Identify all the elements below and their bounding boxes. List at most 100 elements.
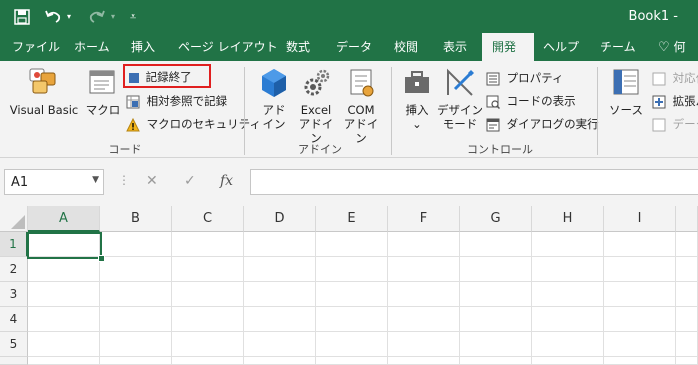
cell[interactable]: [676, 257, 698, 282]
cell[interactable]: [676, 307, 698, 332]
row-header-2[interactable]: 2: [0, 257, 28, 282]
tab-insert[interactable]: 挿入: [121, 33, 165, 61]
cell[interactable]: [244, 357, 316, 365]
cell[interactable]: [28, 282, 100, 307]
cell[interactable]: [604, 257, 676, 282]
undo-dropdown-icon[interactable]: ▾: [67, 0, 71, 33]
visual-basic-button[interactable]: Visual Basic: [6, 67, 82, 117]
cell[interactable]: [172, 282, 244, 307]
tell-me-search[interactable]: ♡ 何: [648, 33, 696, 61]
tab-review[interactable]: 校閲: [384, 33, 428, 61]
column-header-e[interactable]: E: [316, 206, 388, 232]
chevron-down-icon[interactable]: ▼: [92, 175, 99, 185]
cell[interactable]: [532, 232, 604, 257]
fill-handle[interactable]: [98, 255, 105, 262]
cell[interactable]: [100, 357, 172, 365]
row-header-partial[interactable]: [0, 357, 28, 365]
view-code-button[interactable]: コードの表示: [486, 92, 576, 110]
cell[interactable]: [676, 282, 698, 307]
cell[interactable]: [388, 282, 460, 307]
cell[interactable]: [532, 357, 604, 365]
row-header-4[interactable]: 4: [0, 307, 28, 332]
macro-security-button[interactable]: マクロのセキュリティ: [126, 115, 261, 133]
com-addins-button[interactable]: COM アドイン: [340, 67, 382, 145]
column-header-c[interactable]: C: [172, 206, 244, 232]
cell[interactable]: [460, 332, 532, 357]
formula-input[interactable]: [250, 169, 698, 195]
column-header-partial[interactable]: [676, 206, 698, 232]
tab-developer[interactable]: 開発: [482, 33, 534, 61]
tab-page-layout[interactable]: ページ レイアウト: [168, 33, 288, 61]
cell[interactable]: [244, 257, 316, 282]
cell[interactable]: [244, 282, 316, 307]
stop-recording-button[interactable]: 記録終了: [123, 64, 211, 88]
active-cell-a1[interactable]: [27, 232, 102, 259]
customize-quick-access-icon[interactable]: ⩡: [130, 0, 136, 33]
cell[interactable]: [676, 332, 698, 357]
cell[interactable]: [172, 257, 244, 282]
undo-icon[interactable]: [44, 0, 62, 33]
cell[interactable]: [244, 307, 316, 332]
cell[interactable]: [388, 232, 460, 257]
cell[interactable]: [316, 357, 388, 365]
save-icon[interactable]: [14, 0, 30, 33]
redo-dropdown-icon[interactable]: ▾: [111, 0, 115, 33]
cell[interactable]: [460, 307, 532, 332]
cell[interactable]: [532, 307, 604, 332]
cell[interactable]: [100, 332, 172, 357]
cell[interactable]: [244, 332, 316, 357]
redo-icon[interactable]: [88, 0, 106, 33]
tab-file[interactable]: ファイル: [2, 33, 70, 61]
cell[interactable]: [244, 232, 316, 257]
excel-addins-button[interactable]: Excel アドイン: [294, 67, 338, 145]
expansion-packs-button[interactable]: 拡張パ: [652, 92, 698, 110]
cell[interactable]: [604, 232, 676, 257]
refresh-data-button[interactable]: データ: [652, 115, 698, 133]
cell[interactable]: [460, 232, 532, 257]
cell[interactable]: [28, 357, 100, 365]
map-properties-button[interactable]: 対応付: [652, 69, 698, 87]
properties-button[interactable]: プロパティ: [486, 69, 563, 87]
tab-help[interactable]: ヘルプ: [533, 33, 589, 61]
cell[interactable]: [316, 282, 388, 307]
cell[interactable]: [100, 307, 172, 332]
cell[interactable]: [460, 282, 532, 307]
row-header-5[interactable]: 5: [0, 332, 28, 357]
select-all-button[interactable]: [0, 206, 28, 232]
cell[interactable]: [316, 307, 388, 332]
tab-data[interactable]: データ: [326, 33, 382, 61]
cell[interactable]: [100, 282, 172, 307]
row-header-3[interactable]: 3: [0, 282, 28, 307]
cell[interactable]: [172, 357, 244, 365]
enter-icon[interactable]: ✓: [184, 173, 196, 189]
cell[interactable]: [172, 307, 244, 332]
insert-control-button[interactable]: 挿入 ⌄: [400, 67, 434, 131]
cell[interactable]: [388, 357, 460, 365]
column-header-b[interactable]: B: [100, 206, 172, 232]
cell[interactable]: [100, 232, 172, 257]
cell[interactable]: [388, 332, 460, 357]
addins-button[interactable]: アド イン: [256, 67, 292, 131]
column-header-i[interactable]: I: [604, 206, 676, 232]
design-mode-button[interactable]: デザイン モード: [437, 67, 483, 131]
cell[interactable]: [604, 282, 676, 307]
cell[interactable]: [604, 307, 676, 332]
macro-button[interactable]: マクロ: [84, 67, 122, 117]
cell[interactable]: [460, 257, 532, 282]
tab-view[interactable]: 表示: [433, 33, 477, 61]
cell[interactable]: [28, 307, 100, 332]
run-dialog-button[interactable]: ダイアログの実行: [486, 115, 599, 133]
tab-team[interactable]: チーム: [590, 33, 646, 61]
row-header-1[interactable]: 1: [0, 232, 28, 257]
cell[interactable]: [316, 232, 388, 257]
cell[interactable]: [676, 232, 698, 257]
cell[interactable]: [604, 357, 676, 365]
insert-function-icon[interactable]: fx: [220, 173, 233, 189]
name-box[interactable]: A1 ▼: [4, 169, 104, 195]
tab-home[interactable]: ホーム: [64, 33, 120, 61]
xml-source-button[interactable]: ソース: [606, 67, 646, 117]
cell[interactable]: [604, 332, 676, 357]
column-header-h[interactable]: H: [532, 206, 604, 232]
cell[interactable]: [172, 232, 244, 257]
cell[interactable]: [316, 332, 388, 357]
